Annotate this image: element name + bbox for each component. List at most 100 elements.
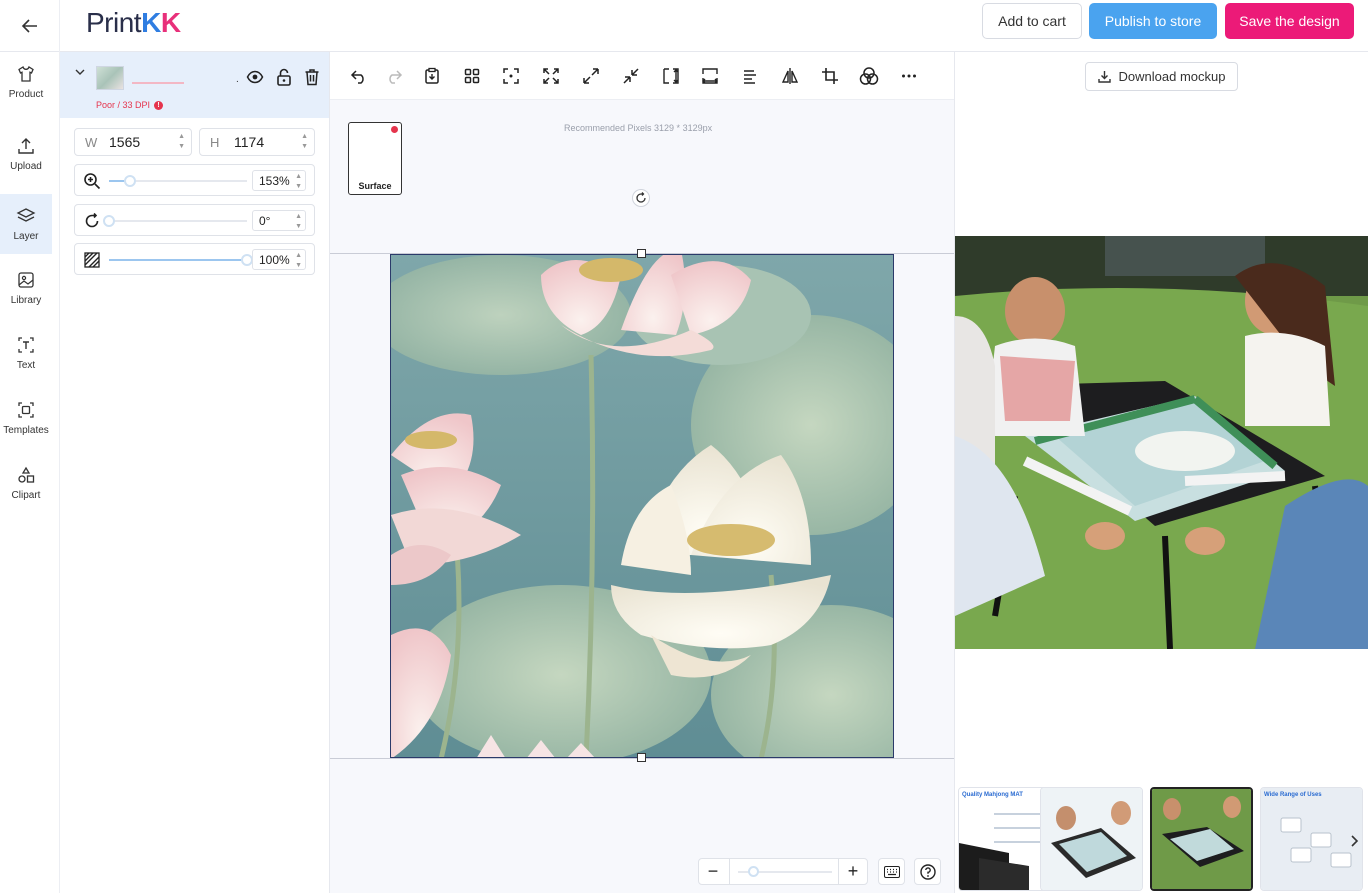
mockup-thumbnail-3[interactable]: [1150, 787, 1253, 891]
expand-button[interactable]: [579, 64, 603, 88]
zoom-out-button[interactable]: −: [699, 859, 727, 884]
height-field[interactable]: H 1174 ▲ ▼: [199, 128, 315, 156]
shrink-button[interactable]: [619, 64, 643, 88]
nav-upload[interactable]: Upload: [0, 124, 52, 184]
zoom-in-button[interactable]: +: [839, 859, 867, 884]
fit-width-button[interactable]: [698, 64, 722, 88]
add-to-cart-button[interactable]: Add to cart: [982, 3, 1082, 39]
thumbnail-image: [1261, 788, 1362, 890]
width-stepper[interactable]: ▲ ▼: [178, 132, 185, 152]
templates-icon: [18, 402, 34, 418]
publish-to-store-button[interactable]: Publish to store: [1089, 3, 1217, 39]
rotation-input[interactable]: 0° ▲ ▼: [252, 210, 306, 231]
thumbnail-caption: Quality Mahjong MAT: [962, 792, 1023, 798]
zoom-slider[interactable]: [109, 175, 247, 187]
text-icon: [18, 337, 34, 353]
info-icon[interactable]: !: [154, 100, 164, 110]
nav-library[interactable]: Library: [0, 258, 52, 318]
unlock-icon[interactable]: [276, 68, 292, 86]
undo-icon: [350, 70, 364, 84]
opacity-stepper[interactable]: ▲ ▼: [295, 251, 302, 271]
shapes-icon: [18, 466, 35, 483]
grid-icon: [464, 68, 480, 84]
height-stepper[interactable]: ▲ ▼: [301, 132, 308, 152]
mockup-panel: Download mockup Quality Mahjong MAT Wide…: [955, 52, 1368, 893]
nav-label: Clipart: [11, 490, 41, 501]
rotation-stepper[interactable]: ▲ ▼: [295, 212, 302, 232]
mockup-thumbnail-4[interactable]: Wide Range of Uses: [1260, 787, 1363, 891]
mahjong-mockup-photo: [955, 236, 1368, 649]
canvas-zoom-handle[interactable]: [748, 866, 759, 877]
eye-icon[interactable]: [246, 68, 264, 86]
canvas-zoom-slider[interactable]: [729, 859, 839, 884]
keyboard-shortcuts-button[interactable]: [878, 858, 905, 885]
logo-k2: K: [160, 7, 181, 38]
nav-label: Product: [8, 89, 44, 100]
canvas-zoom-control: − +: [698, 858, 868, 885]
left-sidebar: Product Upload Layer Library Text Templa…: [0, 52, 60, 893]
height-value[interactable]: 1174: [234, 134, 264, 150]
rotate-handle[interactable]: [632, 189, 650, 207]
fit-button[interactable]: [539, 64, 563, 88]
tile-button[interactable]: [460, 64, 484, 88]
mockup-preview-image: [955, 236, 1368, 649]
help-button[interactable]: [914, 858, 941, 885]
rotation-slider[interactable]: [103, 215, 247, 227]
resize-handle-top[interactable]: [637, 249, 646, 258]
redo-button[interactable]: [382, 64, 406, 88]
nav-label: Text: [16, 360, 36, 371]
nav-label: Library: [10, 295, 42, 306]
layer-panel: . Poor / 33 DPI ! W 1565 ▲ ▼ H 1174 ▲ ▼ 15…: [60, 52, 330, 893]
paste-button[interactable]: [420, 64, 444, 88]
opacity-input[interactable]: 100% ▲ ▼: [252, 249, 306, 270]
flip-button[interactable]: [778, 64, 802, 88]
save-design-button[interactable]: Save the design: [1225, 3, 1354, 39]
opacity-slider[interactable]: [109, 254, 253, 266]
effects-button[interactable]: [857, 64, 881, 88]
center-button[interactable]: [499, 64, 523, 88]
download-label: Download mockup: [1118, 69, 1226, 84]
mockup-thumbnails: Quality Mahjong MAT Wide Range of Uses: [958, 787, 1368, 893]
fit-height-button[interactable]: [659, 64, 683, 88]
undo-button[interactable]: [347, 64, 371, 88]
recommended-pixels: Recommended Pixels 3129 * 3129px: [564, 123, 713, 133]
width-value[interactable]: 1565: [109, 134, 140, 150]
width-field[interactable]: W 1565 ▲ ▼: [74, 128, 192, 156]
surface-selector[interactable]: Surface: [348, 122, 402, 195]
design-image[interactable]: [390, 254, 894, 758]
nav-clipart[interactable]: Clipart: [0, 453, 52, 513]
dpi-warning: Poor / 33 DPI !: [96, 100, 164, 110]
color-circles-icon: [859, 67, 879, 85]
layer-name: [132, 82, 184, 84]
align-button[interactable]: [738, 64, 762, 88]
nav-text[interactable]: Text: [0, 323, 52, 383]
mockup-thumbnail-2[interactable]: [1040, 787, 1143, 891]
back-button[interactable]: [0, 0, 60, 52]
printkk-logo[interactable]: PrintKK: [86, 7, 181, 39]
download-icon: [1097, 71, 1111, 83]
opacity-icon: [84, 252, 100, 268]
design-canvas-area: Surface Recommended Pixels 3129 * 3129px: [330, 52, 955, 893]
zoom-input[interactable]: 153% ▲ ▼: [252, 170, 306, 191]
nav-product[interactable]: Product: [0, 52, 52, 112]
chevron-down-icon[interactable]: [74, 66, 86, 78]
zoom-slider-handle[interactable]: [123, 175, 136, 187]
download-mockup-button[interactable]: Download mockup: [1085, 62, 1238, 91]
chevron-right-icon[interactable]: [1349, 834, 1359, 848]
crop-icon: [822, 68, 838, 84]
more-horizontal-icon: [902, 74, 916, 78]
fit-width-icon: [702, 68, 718, 84]
flip-icon: [781, 68, 799, 84]
width-label: W: [85, 134, 98, 150]
layer-item[interactable]: . Poor / 33 DPI !: [60, 52, 329, 118]
editor-toolbar: [330, 52, 954, 100]
nav-layer[interactable]: Layer: [0, 194, 52, 254]
more-button[interactable]: [897, 64, 921, 88]
zoom-stepper[interactable]: ▲ ▼: [295, 172, 302, 192]
resize-handle-bottom[interactable]: [637, 753, 646, 762]
trash-icon[interactable]: [304, 68, 320, 86]
rotation-slider-handle[interactable]: [103, 215, 115, 227]
crop-button[interactable]: [818, 64, 842, 88]
rotation-row: 0° ▲ ▼: [74, 204, 315, 236]
nav-templates[interactable]: Templates: [0, 388, 52, 448]
